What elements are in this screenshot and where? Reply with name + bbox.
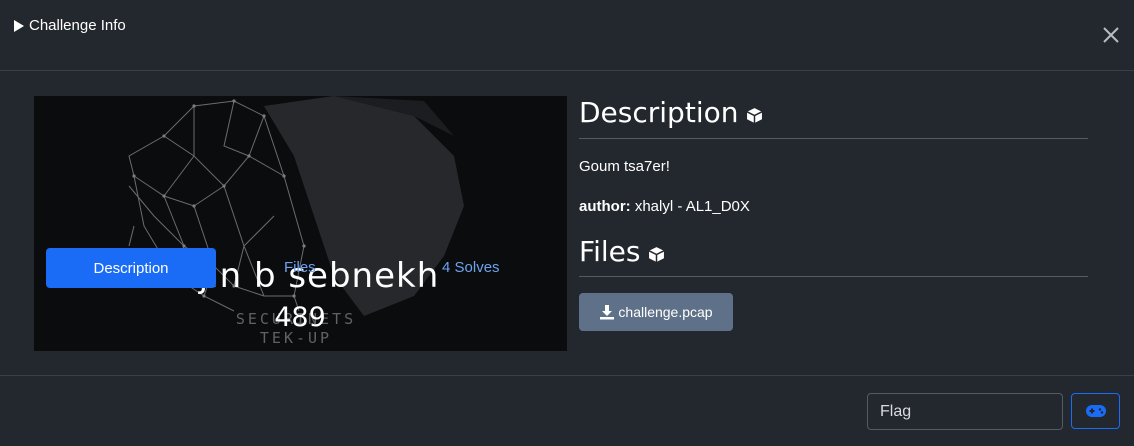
download-icon bbox=[600, 305, 615, 320]
flag-input[interactable] bbox=[867, 393, 1063, 430]
tab-description[interactable]: Description bbox=[46, 248, 216, 288]
modal-title: Challenge Info bbox=[14, 17, 126, 34]
challenge-banner: SECURINETS TEK-UP Tajin b sebnekh 489 bbox=[34, 96, 567, 351]
gamepad-icon bbox=[1085, 405, 1106, 417]
play-icon bbox=[14, 19, 24, 32]
tab-files[interactable]: Files bbox=[284, 259, 316, 276]
submit-flag-button[interactable] bbox=[1071, 393, 1120, 429]
cube-icon bbox=[649, 247, 665, 262]
modal-title-text: Challenge Info bbox=[29, 17, 126, 34]
author-label: author: bbox=[579, 198, 631, 215]
files-heading: Files bbox=[579, 235, 665, 268]
footer-divider bbox=[0, 375, 1134, 376]
file-download-button[interactable]: challenge.pcap bbox=[579, 293, 733, 331]
author-line: author: xhalyl - AL1_D0X bbox=[579, 198, 750, 215]
files-divider bbox=[579, 276, 1088, 277]
modal-header: Challenge Info bbox=[0, 0, 1134, 71]
tab-solves[interactable]: 4 Solves bbox=[442, 259, 500, 276]
description-divider bbox=[579, 138, 1088, 139]
author-value: xhalyl - AL1_D0X bbox=[630, 198, 750, 215]
file-name: challenge.pcap bbox=[618, 304, 713, 320]
description-heading-text: Description bbox=[579, 96, 739, 129]
files-heading-text: Files bbox=[579, 235, 641, 268]
challenge-points: 489 bbox=[274, 302, 326, 333]
description-text: Goum tsa7er! bbox=[579, 158, 670, 175]
cube-icon bbox=[747, 108, 763, 123]
description-heading: Description bbox=[579, 96, 763, 129]
close-icon[interactable] bbox=[1102, 26, 1120, 44]
